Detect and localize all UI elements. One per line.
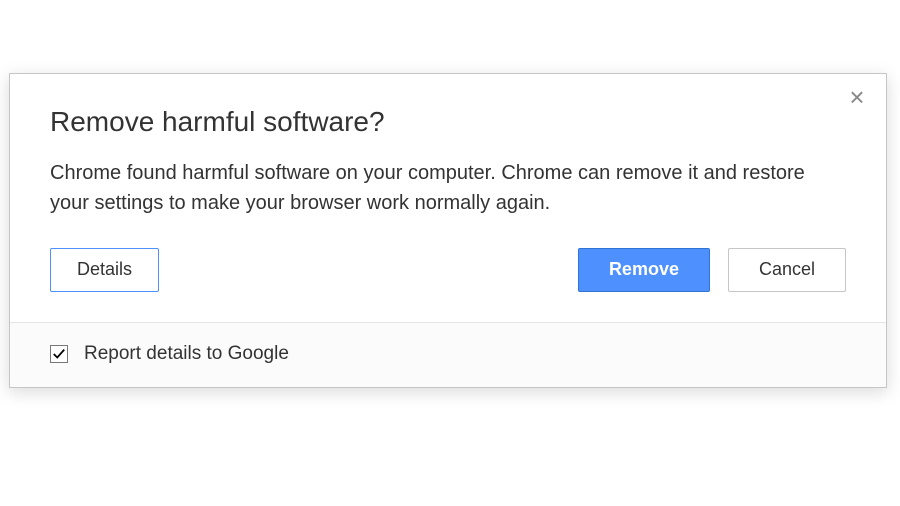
dialog-message: Chrome found harmful software on your co… <box>50 158 830 218</box>
harmful-software-dialog: × Remove harmful software? Chrome found … <box>9 73 887 388</box>
checkmark-icon <box>52 347 66 361</box>
report-checkbox[interactable] <box>50 345 68 363</box>
details-button[interactable]: Details <box>50 248 159 292</box>
cancel-button[interactable]: Cancel <box>728 248 846 292</box>
dialog-body: × Remove harmful software? Chrome found … <box>10 74 886 322</box>
button-row: Details Remove Cancel <box>50 248 846 292</box>
dialog-title: Remove harmful software? <box>50 106 846 138</box>
remove-button[interactable]: Remove <box>578 248 710 292</box>
report-checkbox-label[interactable]: Report details to Google <box>84 343 289 365</box>
dialog-footer: Report details to Google <box>10 322 886 387</box>
close-icon[interactable]: × <box>846 88 868 110</box>
